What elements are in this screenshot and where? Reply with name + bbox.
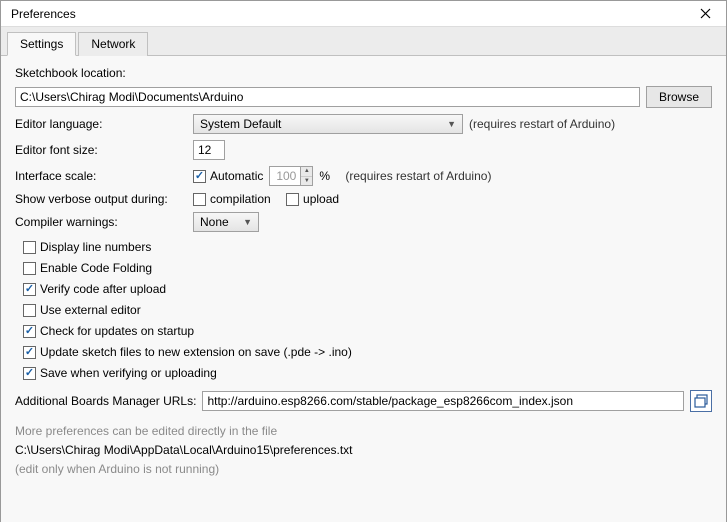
scale-percent-label: % — [319, 169, 330, 183]
settings-panel: Sketchbook location: Browse Editor langu… — [1, 56, 726, 522]
tab-network[interactable]: Network — [78, 32, 148, 56]
option-checkbox-4[interactable]: Check for updates on startup — [23, 324, 712, 338]
interface-scale-label: Interface scale: — [15, 169, 187, 183]
checkbox-icon — [23, 367, 36, 380]
option-checkbox-label: Use external editor — [40, 303, 141, 317]
sketchbook-label: Sketchbook location: — [15, 66, 126, 80]
editor-language-select[interactable]: System Default ▼ — [193, 114, 463, 134]
checkbox-icon — [23, 283, 36, 296]
editor-font-size-input[interactable] — [193, 140, 225, 160]
checkbox-icon — [193, 193, 206, 206]
compiler-warnings-value: None — [200, 215, 229, 229]
edit-urls-button[interactable] — [690, 390, 712, 412]
spinner-down-icon: ▼ — [301, 177, 312, 186]
option-checkbox-6[interactable]: Save when verifying or uploading — [23, 366, 712, 380]
chevron-down-icon: ▼ — [447, 119, 456, 129]
editor-language-value: System Default — [200, 117, 281, 131]
footer-line2: C:\Users\Chirag Modi\AppData\Local\Ardui… — [15, 441, 712, 460]
option-checkbox-0[interactable]: Display line numbers — [23, 240, 712, 254]
checkbox-icon — [23, 241, 36, 254]
additional-urls-label: Additional Boards Manager URLs: — [15, 394, 196, 408]
window-stack-icon — [694, 394, 708, 408]
checkbox-icon — [23, 262, 36, 275]
option-checkbox-1[interactable]: Enable Code Folding — [23, 261, 712, 275]
scale-restart-hint: (requires restart of Arduino) — [345, 169, 491, 183]
footer-notes: More preferences can be edited directly … — [15, 422, 712, 480]
option-checkbox-label: Display line numbers — [40, 240, 151, 254]
editor-font-size-label: Editor font size: — [15, 143, 187, 157]
verbose-compilation-checkbox[interactable]: compilation — [193, 192, 271, 206]
chevron-down-icon: ▼ — [243, 217, 252, 227]
verbose-upload-label: upload — [303, 192, 339, 206]
footer-line1: More preferences can be edited directly … — [15, 422, 712, 441]
option-checkbox-label: Update sketch files to new extension on … — [40, 345, 352, 359]
editor-language-label: Editor language: — [15, 117, 187, 131]
close-icon — [700, 8, 711, 19]
close-button[interactable] — [692, 1, 718, 27]
scale-automatic-checkbox[interactable]: Automatic — [193, 169, 263, 183]
option-checkbox-3[interactable]: Use external editor — [23, 303, 712, 317]
verbose-upload-checkbox[interactable]: upload — [286, 192, 339, 206]
checkbox-icon — [286, 193, 299, 206]
additional-urls-input[interactable] — [202, 391, 684, 411]
checkbox-icon — [193, 170, 206, 183]
option-checkbox-label: Enable Code Folding — [40, 261, 152, 275]
verbose-compilation-label: compilation — [210, 192, 271, 206]
tab-settings[interactable]: Settings — [7, 32, 76, 56]
footer-line3: (edit only when Arduino is not running) — [15, 460, 712, 479]
option-checkbox-label: Save when verifying or uploading — [40, 366, 217, 380]
browse-button[interactable]: Browse — [646, 86, 712, 108]
option-checkbox-5[interactable]: Update sketch files to new extension on … — [23, 345, 712, 359]
sketchbook-path-input[interactable] — [15, 87, 640, 107]
language-restart-hint: (requires restart of Arduino) — [469, 117, 615, 131]
options-checkbox-list: Display line numbers Enable Code Folding V… — [23, 240, 712, 380]
tab-bar: Settings Network — [1, 27, 726, 56]
window-title: Preferences — [11, 7, 76, 21]
checkbox-icon — [23, 325, 36, 338]
option-checkbox-2[interactable]: Verify code after upload — [23, 282, 712, 296]
titlebar: Preferences — [1, 1, 726, 27]
scale-spinner[interactable]: ▲ ▼ — [301, 166, 313, 186]
spinner-up-icon: ▲ — [301, 167, 312, 177]
checkbox-icon — [23, 304, 36, 317]
scale-value-input[interactable] — [269, 166, 301, 186]
show-verbose-label: Show verbose output during: — [15, 192, 187, 206]
compiler-warnings-select[interactable]: None ▼ — [193, 212, 259, 232]
checkbox-icon — [23, 346, 36, 359]
scale-automatic-label: Automatic — [210, 169, 263, 183]
compiler-warnings-label: Compiler warnings: — [15, 215, 187, 229]
option-checkbox-label: Check for updates on startup — [40, 324, 194, 338]
option-checkbox-label: Verify code after upload — [40, 282, 166, 296]
